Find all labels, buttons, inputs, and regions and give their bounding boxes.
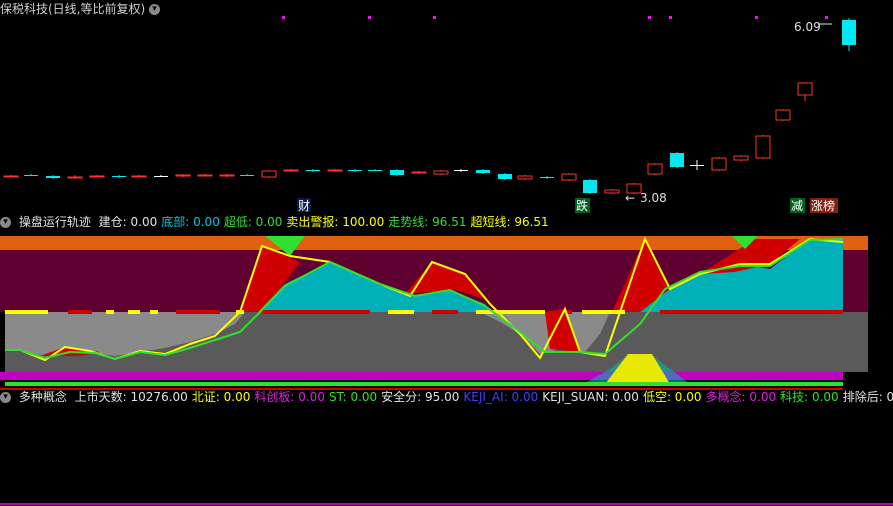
high-price-label: 6.09 bbox=[794, 20, 821, 34]
indicator2-item-5: KEJI_AI: 0.00 bbox=[463, 390, 539, 404]
indicator2-values: 上市天数: 10276.00 北证: 0.00 科创板: 0.00 ST: 0.00 安… bbox=[75, 390, 893, 404]
candle-body-25 bbox=[540, 177, 554, 178]
indicator1-item-2: 超低: 0.00 bbox=[223, 215, 283, 229]
marker-jian: 减 bbox=[791, 199, 803, 213]
indicator2-item-9: 科技: 0.00 bbox=[780, 390, 839, 404]
candle-body-11 bbox=[240, 175, 254, 176]
candle-body-0 bbox=[3, 175, 19, 178]
low-price-arrow: ← bbox=[625, 191, 635, 205]
candle-body-37 bbox=[797, 82, 813, 96]
candle-body-28 bbox=[604, 189, 620, 194]
candle-body-7 bbox=[154, 176, 168, 177]
candle-body-23 bbox=[498, 174, 512, 179]
candle-body-22 bbox=[476, 170, 490, 173]
candle-body-13 bbox=[283, 169, 299, 172]
marker-zhangbang: 涨榜 bbox=[811, 198, 835, 213]
candle-body-17 bbox=[368, 170, 382, 171]
indicator2-item-2: 科创板: 0.00 bbox=[254, 390, 325, 404]
indicator2-name: 多种概念 bbox=[18, 390, 67, 404]
candle-body-9 bbox=[197, 174, 213, 177]
indicator2-item-4: 安全分: 95.00 bbox=[381, 390, 460, 404]
indicator1-item-4: 走势线: 96.51 bbox=[388, 215, 467, 229]
indicator2-item-0: 上市天数: 10276.00 bbox=[74, 390, 188, 404]
candle-body-19 bbox=[411, 171, 427, 174]
signal-dots bbox=[282, 16, 828, 19]
indicator1-item-5: 超短线: 96.51 bbox=[470, 215, 549, 229]
indicator1-name: 操盘运行轨迹 bbox=[18, 215, 91, 229]
indicator1-chart[interactable] bbox=[0, 234, 893, 392]
candle-body-31 bbox=[670, 153, 684, 167]
bottom-magenta-line bbox=[0, 503, 893, 505]
candle-body-16 bbox=[348, 170, 362, 171]
candle-body-6 bbox=[131, 175, 147, 178]
indicator2-item-7: 低空: 0.00 bbox=[642, 390, 702, 404]
indicator2-item-3: ST: 0.00 bbox=[328, 390, 378, 404]
candle-body-10 bbox=[219, 174, 235, 177]
price-chart[interactable]: 6.09 ← 3.08 财 跌 减 涨榜 bbox=[0, 0, 893, 215]
indicator1-item-1: 底部: 0.00 bbox=[161, 215, 220, 229]
indicator1-item-3: 卖出警报: 100.00 bbox=[286, 215, 385, 229]
candle-body-27 bbox=[583, 180, 597, 193]
candle-body-3 bbox=[67, 176, 83, 179]
indicator1-header: ▾ 操盘运行轨迹 建仓: 0.00 底部: 0.00 超低: 0.00 卖出警报: 1… bbox=[0, 214, 557, 230]
candle-body-24 bbox=[517, 175, 533, 180]
candle-body-18 bbox=[390, 170, 404, 175]
indicator2-item-10: 排除后: 0.00 bbox=[842, 390, 893, 404]
indicator2-item-6: KEJI_SUAN: 0.00 bbox=[542, 390, 639, 404]
candle-body-5 bbox=[112, 176, 126, 177]
candle-body-14 bbox=[306, 170, 320, 171]
indicator2-item-1: 北证: 0.00 bbox=[191, 390, 251, 404]
candle-body-8 bbox=[175, 174, 191, 177]
magenta-band bbox=[0, 372, 843, 380]
candle-body-35 bbox=[755, 135, 771, 159]
candlesticks bbox=[3, 18, 856, 194]
candle-body-1 bbox=[24, 175, 38, 176]
candle-body-34 bbox=[733, 155, 749, 161]
collapse-icon-2[interactable]: ▾ bbox=[0, 392, 11, 403]
candle-body-26 bbox=[561, 173, 577, 181]
candle-body-20 bbox=[433, 170, 449, 175]
indicator1-values: 建仓: 0.00 底部: 0.00 超低: 0.00 卖出警报: 100.00 走势线:… bbox=[99, 215, 553, 229]
indicator2-item-8: 多概念: 0.00 bbox=[705, 390, 777, 404]
candle-body-4 bbox=[89, 175, 105, 178]
candle-body-30 bbox=[647, 163, 663, 175]
candle-body-38 bbox=[842, 20, 856, 45]
low-price-label: 3.08 bbox=[640, 191, 667, 205]
indicator1-item-0: 建仓: 0.00 bbox=[98, 215, 158, 229]
marker-cai: 财 bbox=[298, 199, 310, 213]
candle-body-12 bbox=[261, 170, 277, 178]
candle-body-15 bbox=[327, 169, 343, 172]
collapse-icon[interactable]: ▾ bbox=[0, 217, 11, 228]
candle-body-21 bbox=[454, 170, 468, 171]
candle-body-2 bbox=[46, 176, 60, 178]
candle-body-33 bbox=[711, 157, 727, 171]
marker-die: 跌 bbox=[576, 198, 588, 213]
candle-body-36 bbox=[775, 109, 791, 121]
indicator2-header: ▾ 多种概念 上市天数: 10276.00 北证: 0.00 科创板: 0.00 ST… bbox=[0, 389, 893, 405]
candle-body-32 bbox=[690, 165, 704, 166]
